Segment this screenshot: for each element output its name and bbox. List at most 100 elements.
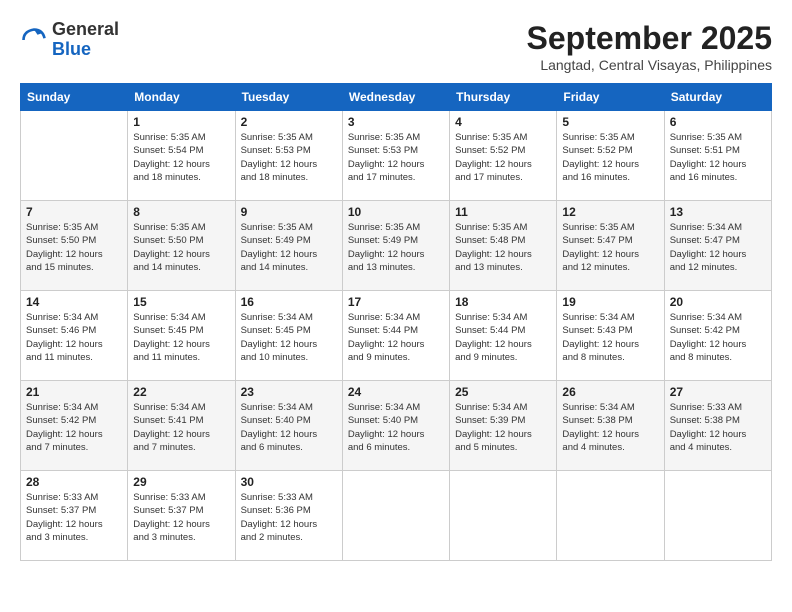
day-info: Sunrise: 5:33 AM Sunset: 5:36 PM Dayligh…	[241, 491, 337, 544]
location-title: Langtad, Central Visayas, Philippines	[527, 57, 772, 73]
calendar-cell: 2 Sunrise: 5:35 AM Sunset: 5:53 PM Daylig…	[235, 111, 342, 201]
day-number: 23	[241, 385, 337, 399]
calendar-cell: 7Sunrise: 5:35 AM Sunset: 5:50 PM Daylig…	[21, 201, 128, 291]
day-number: 4	[455, 115, 551, 129]
column-header-sunday: Sunday	[21, 84, 128, 111]
day-number: 17	[348, 295, 444, 309]
day-info: Sunrise: 5:34 AM Sunset: 5:43 PM Dayligh…	[562, 311, 658, 364]
day-info: Sunrise: 5:35 AM Sunset: 5:53 PM Dayligh…	[241, 131, 337, 184]
day-info: Sunrise: 5:33 AM Sunset: 5:37 PM Dayligh…	[26, 491, 122, 544]
day-info: Sunrise: 5:34 AM Sunset: 5:41 PM Dayligh…	[133, 401, 229, 454]
day-info: Sunrise: 5:34 AM Sunset: 5:42 PM Dayligh…	[670, 311, 766, 364]
calendar-cell: 12 Sunrise: 5:35 AM Sunset: 5:47 PM Dayli…	[557, 201, 664, 291]
day-info: Sunrise: 5:35 AM Sunset: 5:49 PM Dayligh…	[241, 221, 337, 274]
day-number: 9	[241, 205, 337, 219]
day-info: Sunrise: 5:34 AM Sunset: 5:40 PM Dayligh…	[348, 401, 444, 454]
calendar-cell	[557, 471, 664, 561]
day-info: Sunrise: 5:35 AM Sunset: 5:53 PM Dayligh…	[348, 131, 444, 184]
page-header: General Blue September 2025 Langtad, Cen…	[20, 20, 772, 73]
day-number: 25	[455, 385, 551, 399]
calendar-cell: 26Sunrise: 5:34 AM Sunset: 5:38 PM Dayli…	[557, 381, 664, 471]
day-info: Sunrise: 5:33 AM Sunset: 5:37 PM Dayligh…	[133, 491, 229, 544]
day-number: 3	[348, 115, 444, 129]
day-info: Sunrise: 5:35 AM Sunset: 5:48 PM Dayligh…	[455, 221, 551, 274]
day-number: 12	[562, 205, 658, 219]
day-info: Sunrise: 5:34 AM Sunset: 5:42 PM Dayligh…	[26, 401, 122, 454]
day-number: 29	[133, 475, 229, 489]
day-number: 1	[133, 115, 229, 129]
day-info: Sunrise: 5:35 AM Sunset: 5:49 PM Dayligh…	[348, 221, 444, 274]
calendar-cell: 11 Sunrise: 5:35 AM Sunset: 5:48 PM Dayli…	[450, 201, 557, 291]
day-number: 14	[26, 295, 122, 309]
day-info: Sunrise: 5:34 AM Sunset: 5:47 PM Dayligh…	[670, 221, 766, 274]
calendar-cell: 29 Sunrise: 5:33 AM Sunset: 5:37 PM Dayli…	[128, 471, 235, 561]
day-number: 10	[348, 205, 444, 219]
calendar-cell: 13 Sunrise: 5:34 AM Sunset: 5:47 PM Dayli…	[664, 201, 771, 291]
column-header-friday: Friday	[557, 84, 664, 111]
day-number: 13	[670, 205, 766, 219]
column-header-monday: Monday	[128, 84, 235, 111]
column-header-tuesday: Tuesday	[235, 84, 342, 111]
calendar-cell	[21, 111, 128, 201]
day-number: 5	[562, 115, 658, 129]
calendar-cell: 16 Sunrise: 5:34 AM Sunset: 5:45 PM Dayli…	[235, 291, 342, 381]
month-title: September 2025	[527, 20, 772, 57]
day-number: 6	[670, 115, 766, 129]
calendar-table: SundayMondayTuesdayWednesdayThursdayFrid…	[20, 83, 772, 561]
day-info: Sunrise: 5:34 AM Sunset: 5:39 PM Dayligh…	[455, 401, 551, 454]
calendar-cell	[664, 471, 771, 561]
day-info: Sunrise: 5:33 AM Sunset: 5:38 PM Dayligh…	[670, 401, 766, 454]
column-header-wednesday: Wednesday	[342, 84, 449, 111]
calendar-cell	[342, 471, 449, 561]
day-number: 2	[241, 115, 337, 129]
calendar-cell: 10 Sunrise: 5:35 AM Sunset: 5:49 PM Dayli…	[342, 201, 449, 291]
day-number: 28	[26, 475, 122, 489]
day-number: 11	[455, 205, 551, 219]
day-info: Sunrise: 5:35 AM Sunset: 5:54 PM Dayligh…	[133, 131, 229, 184]
day-info: Sunrise: 5:34 AM Sunset: 5:44 PM Dayligh…	[455, 311, 551, 364]
day-info: Sunrise: 5:35 AM Sunset: 5:52 PM Dayligh…	[562, 131, 658, 184]
calendar-cell: 22 Sunrise: 5:34 AM Sunset: 5:41 PM Dayli…	[128, 381, 235, 471]
logo-icon	[20, 26, 48, 54]
calendar-cell: 28 Sunrise: 5:33 AM Sunset: 5:37 PM Dayli…	[21, 471, 128, 561]
calendar-cell: 21Sunrise: 5:34 AM Sunset: 5:42 PM Dayli…	[21, 381, 128, 471]
calendar-cell: 19 Sunrise: 5:34 AM Sunset: 5:43 PM Dayli…	[557, 291, 664, 381]
day-number: 19	[562, 295, 658, 309]
calendar-cell: 27 Sunrise: 5:33 AM Sunset: 5:38 PM Dayli…	[664, 381, 771, 471]
calendar-cell: 24 Sunrise: 5:34 AM Sunset: 5:40 PM Dayli…	[342, 381, 449, 471]
calendar-cell: 30Sunrise: 5:33 AM Sunset: 5:36 PM Dayli…	[235, 471, 342, 561]
day-number: 24	[348, 385, 444, 399]
column-header-thursday: Thursday	[450, 84, 557, 111]
calendar-cell: 4 Sunrise: 5:35 AM Sunset: 5:52 PM Daylig…	[450, 111, 557, 201]
calendar-cell: 8 Sunrise: 5:35 AM Sunset: 5:50 PM Daylig…	[128, 201, 235, 291]
calendar-cell: 15Sunrise: 5:34 AM Sunset: 5:45 PM Dayli…	[128, 291, 235, 381]
calendar-cell: 5 Sunrise: 5:35 AM Sunset: 5:52 PM Daylig…	[557, 111, 664, 201]
logo-text: General Blue	[52, 20, 119, 60]
calendar-cell	[450, 471, 557, 561]
calendar-cell: 14 Sunrise: 5:34 AM Sunset: 5:46 PM Dayli…	[21, 291, 128, 381]
calendar-cell: 23 Sunrise: 5:34 AM Sunset: 5:40 PM Dayli…	[235, 381, 342, 471]
title-block: September 2025 Langtad, Central Visayas,…	[527, 20, 772, 73]
day-number: 22	[133, 385, 229, 399]
calendar-cell: 6 Sunrise: 5:35 AM Sunset: 5:51 PM Daylig…	[664, 111, 771, 201]
day-number: 27	[670, 385, 766, 399]
day-info: Sunrise: 5:35 AM Sunset: 5:47 PM Dayligh…	[562, 221, 658, 274]
day-info: Sunrise: 5:35 AM Sunset: 5:50 PM Dayligh…	[133, 221, 229, 274]
day-info: Sunrise: 5:34 AM Sunset: 5:46 PM Dayligh…	[26, 311, 122, 364]
day-number: 7	[26, 205, 122, 219]
calendar-cell: 18 Sunrise: 5:34 AM Sunset: 5:44 PM Dayli…	[450, 291, 557, 381]
day-info: Sunrise: 5:34 AM Sunset: 5:40 PM Dayligh…	[241, 401, 337, 454]
day-number: 16	[241, 295, 337, 309]
logo: General Blue	[20, 20, 119, 60]
day-info: Sunrise: 5:34 AM Sunset: 5:45 PM Dayligh…	[133, 311, 229, 364]
day-info: Sunrise: 5:34 AM Sunset: 5:45 PM Dayligh…	[241, 311, 337, 364]
day-info: Sunrise: 5:35 AM Sunset: 5:52 PM Dayligh…	[455, 131, 551, 184]
day-info: Sunrise: 5:35 AM Sunset: 5:51 PM Dayligh…	[670, 131, 766, 184]
calendar-cell: 9 Sunrise: 5:35 AM Sunset: 5:49 PM Daylig…	[235, 201, 342, 291]
day-number: 18	[455, 295, 551, 309]
day-number: 8	[133, 205, 229, 219]
calendar-cell: 1 Sunrise: 5:35 AM Sunset: 5:54 PM Daylig…	[128, 111, 235, 201]
day-info: Sunrise: 5:34 AM Sunset: 5:38 PM Dayligh…	[562, 401, 658, 454]
calendar-cell: 20Sunrise: 5:34 AM Sunset: 5:42 PM Dayli…	[664, 291, 771, 381]
column-header-saturday: Saturday	[664, 84, 771, 111]
